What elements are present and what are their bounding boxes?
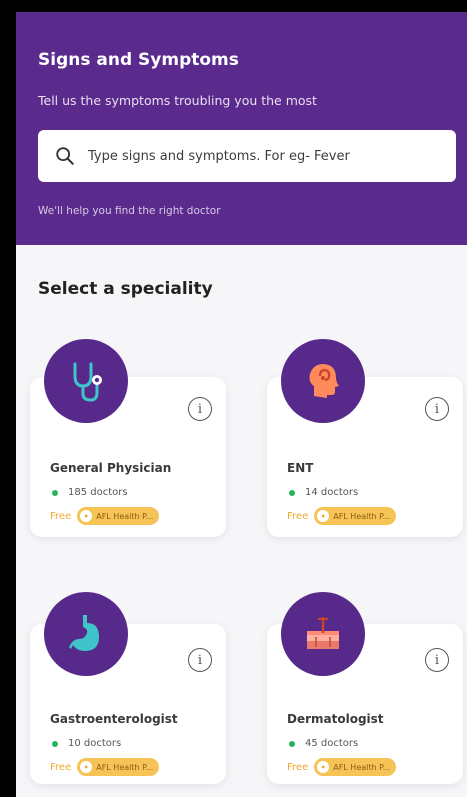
doctor-count-text: 14 doctors bbox=[305, 487, 359, 498]
header-subtitle: Tell us the symptoms troubling you the m… bbox=[38, 93, 317, 108]
speciality-card-ent[interactable]: i ENT 14 doctors Free • AFL Health P... bbox=[267, 339, 463, 537]
free-label: Free bbox=[50, 510, 72, 522]
speciality-name: General Physician bbox=[50, 461, 172, 475]
info-icon[interactable]: i bbox=[425, 397, 449, 421]
search-input[interactable] bbox=[88, 148, 448, 164]
plan-badge-text: AFL Health P... bbox=[96, 511, 154, 521]
plan-badge: • AFL Health P... bbox=[314, 758, 397, 776]
online-dot-icon bbox=[289, 489, 295, 496]
doctor-count-text: 10 doctors bbox=[68, 738, 122, 749]
free-row: Free • AFL Health P... bbox=[287, 507, 397, 525]
free-row: Free • AFL Health P... bbox=[50, 507, 160, 525]
ear-nose-head-icon bbox=[309, 364, 339, 398]
avatar bbox=[44, 339, 128, 423]
search-icon bbox=[56, 147, 74, 165]
plan-badge-text: AFL Health P... bbox=[333, 762, 391, 772]
info-icon[interactable]: i bbox=[425, 648, 449, 672]
info-icon[interactable]: i bbox=[188, 397, 212, 421]
free-label: Free bbox=[287, 510, 309, 522]
plan-badge-text: AFL Health P... bbox=[333, 511, 391, 521]
stomach-icon bbox=[69, 615, 99, 651]
doctor-count: 185 doctors bbox=[52, 487, 128, 498]
header: Signs and Symptoms Tell us the symptoms … bbox=[16, 12, 467, 245]
doctor-count: 14 doctors bbox=[289, 487, 358, 498]
avatar bbox=[44, 592, 128, 676]
speciality-card-dermatologist[interactable]: i Dermatologist 45 doctors Free • AFL He… bbox=[267, 592, 463, 784]
stethoscope-icon bbox=[73, 362, 102, 402]
plan-badge-icon: • bbox=[317, 761, 330, 773]
plan-badge-icon: • bbox=[317, 510, 330, 522]
section-title: Select a speciality bbox=[38, 279, 213, 299]
help-text: We'll help you find the right doctor bbox=[38, 205, 221, 217]
doctor-count: 10 doctors bbox=[52, 738, 121, 749]
speciality-card-general-physician[interactable]: i General Physician 185 doctors Free • A… bbox=[30, 339, 226, 537]
plan-badge: • AFL Health P... bbox=[77, 507, 160, 525]
free-row: Free • AFL Health P... bbox=[287, 758, 397, 776]
speciality-card-gastroenterologist[interactable]: i Gastroenterologist 10 doctors Free • A… bbox=[30, 592, 226, 784]
app-screen: Signs and Symptoms Tell us the symptoms … bbox=[16, 12, 467, 797]
speciality-name: ENT bbox=[287, 461, 314, 475]
free-row: Free • AFL Health P... bbox=[50, 758, 160, 776]
doctor-count-text: 185 doctors bbox=[68, 487, 128, 498]
plan-badge-icon: • bbox=[80, 510, 93, 522]
avatar bbox=[281, 592, 365, 676]
plan-badge: • AFL Health P... bbox=[314, 507, 397, 525]
online-dot-icon bbox=[289, 740, 295, 747]
plan-badge-text: AFL Health P... bbox=[96, 762, 154, 772]
speciality-name: Gastroenterologist bbox=[50, 712, 178, 726]
plan-badge: • AFL Health P... bbox=[77, 758, 160, 776]
skin-layer-icon bbox=[307, 617, 339, 649]
doctor-count: 45 doctors bbox=[289, 738, 358, 749]
plan-badge-icon: • bbox=[80, 761, 93, 773]
page-title: Signs and Symptoms bbox=[38, 50, 239, 70]
speciality-name: Dermatologist bbox=[287, 712, 384, 726]
info-icon[interactable]: i bbox=[188, 648, 212, 672]
free-label: Free bbox=[50, 761, 72, 773]
doctor-count-text: 45 doctors bbox=[305, 738, 359, 749]
online-dot-icon bbox=[52, 489, 58, 496]
avatar bbox=[281, 339, 365, 423]
free-label: Free bbox=[287, 761, 309, 773]
search-bar[interactable] bbox=[38, 130, 456, 182]
online-dot-icon bbox=[52, 740, 58, 747]
